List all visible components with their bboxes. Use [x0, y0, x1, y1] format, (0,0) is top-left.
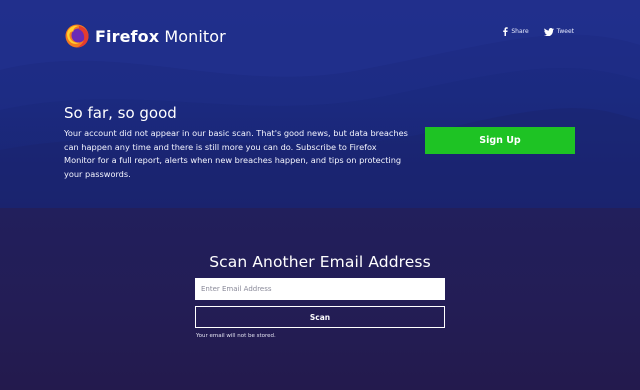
result-hero: Firefox Monitor Share Tweet So far, so g… — [0, 0, 640, 208]
share-link[interactable]: Share — [502, 27, 529, 36]
social-links: Share Tweet — [502, 27, 574, 36]
privacy-note: Your email will not be stored. — [196, 333, 276, 339]
result-title: So far, so good — [64, 104, 177, 122]
brand-name-firefox: Firefox — [95, 26, 160, 46]
scan-button[interactable]: Scan — [195, 306, 445, 328]
sign-up-button[interactable]: Sign Up — [425, 127, 575, 154]
firefox-logo-icon — [65, 24, 89, 48]
facebook-icon — [503, 27, 509, 36]
page: Firefox Monitor Share Tweet So far, so g… — [0, 0, 640, 390]
scan-section: Scan Another Email Address Scan Your ema… — [0, 208, 640, 390]
tweet-label: Tweet — [556, 28, 574, 35]
scan-title: Scan Another Email Address — [209, 253, 431, 271]
share-label: Share — [511, 28, 529, 35]
brand[interactable]: Firefox Monitor — [64, 22, 226, 50]
email-input[interactable] — [195, 278, 445, 300]
tweet-link[interactable]: Tweet — [543, 27, 574, 36]
twitter-bird-icon — [543, 27, 554, 36]
result-message: Your account did not appear in our basic… — [64, 128, 408, 179]
brand-name: Firefox Monitor — [95, 27, 226, 46]
brand-name-monitor: Monitor — [164, 26, 226, 46]
